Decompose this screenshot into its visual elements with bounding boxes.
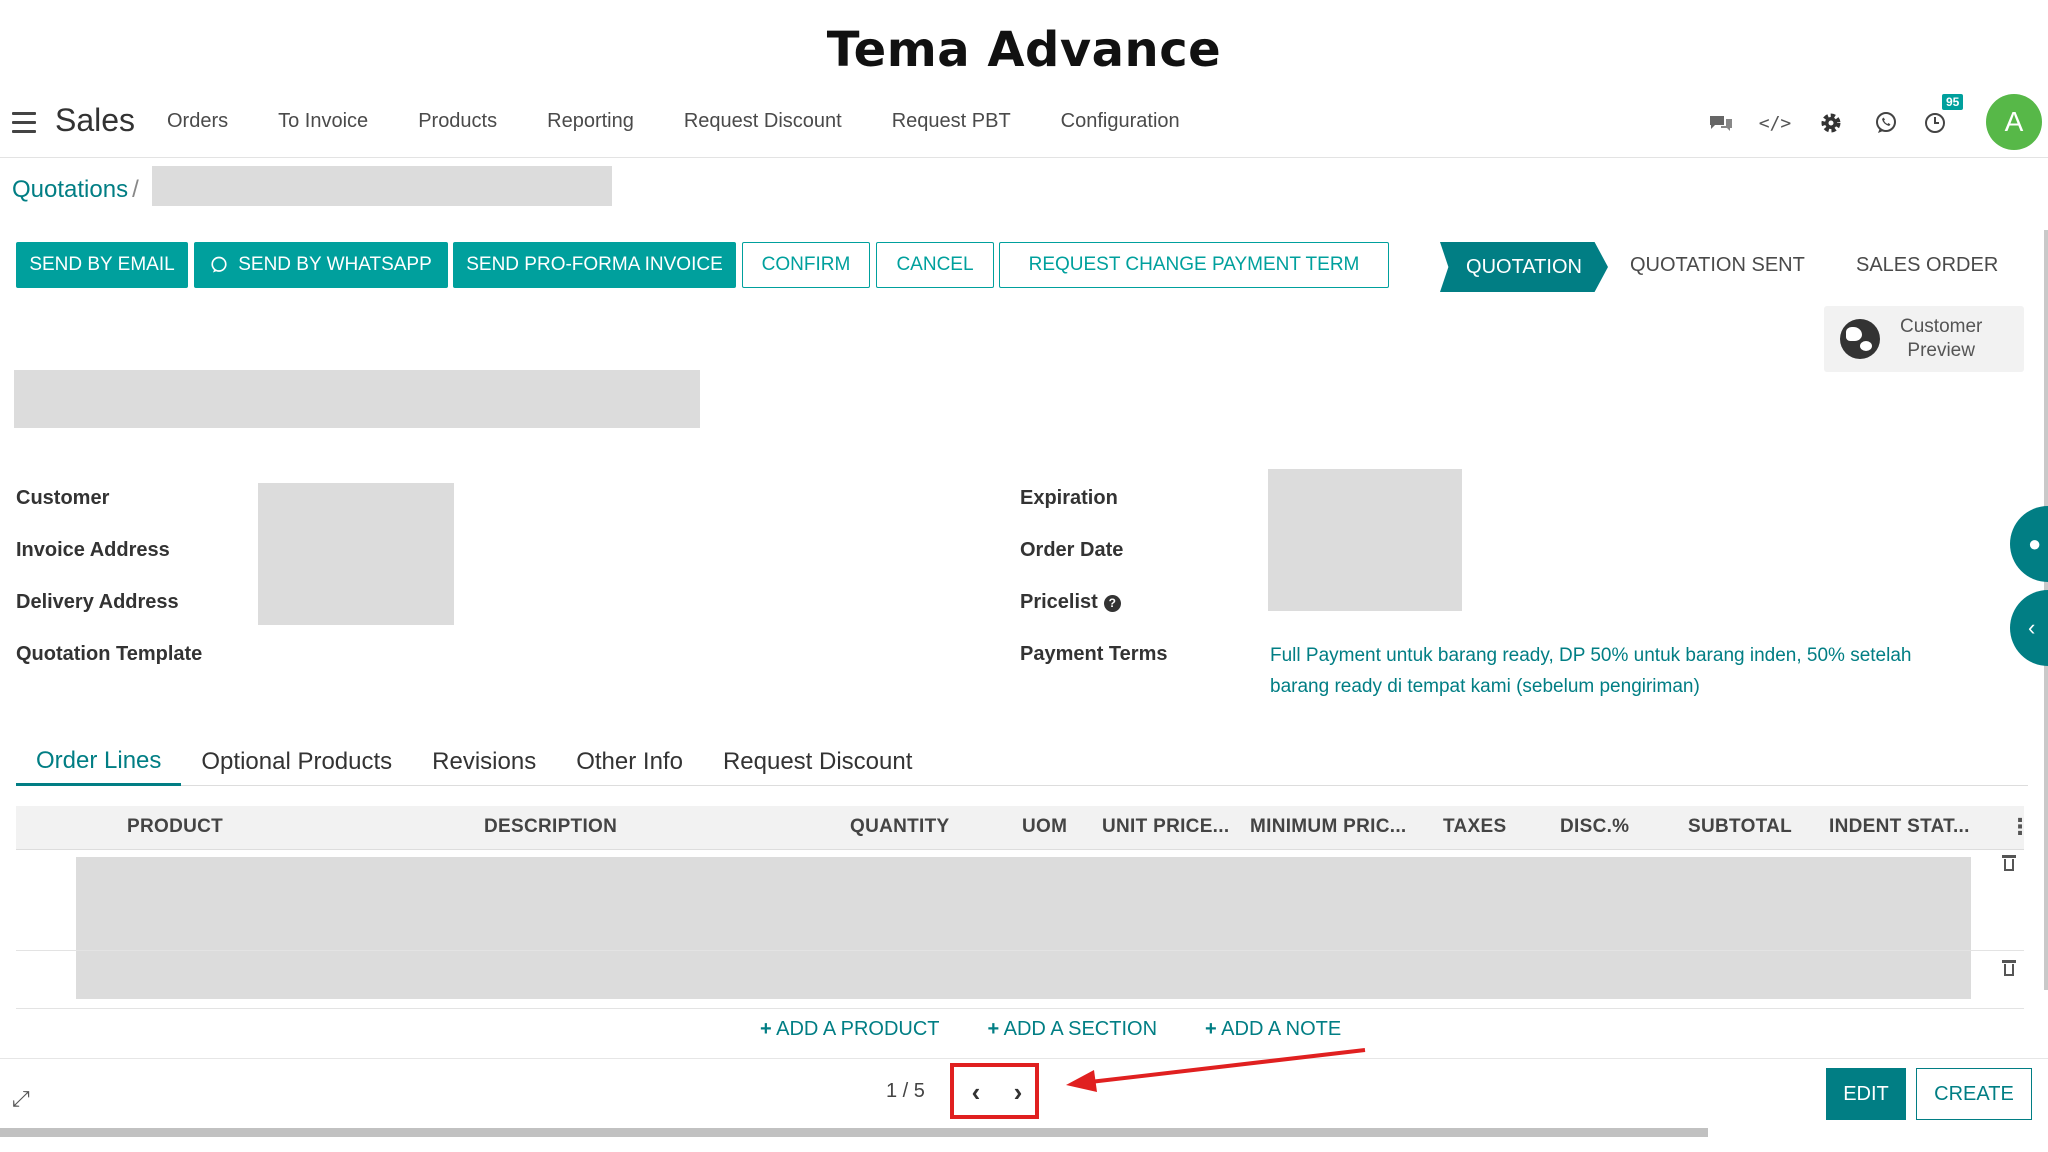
send-pro-forma-invoice-button[interactable]: SEND PRO-FORMA INVOICE (453, 242, 736, 288)
column-description[interactable]: DESCRIPTION (484, 816, 617, 838)
menu-request-pbt[interactable]: Request PBT (892, 110, 1011, 133)
status-quotation-sent[interactable]: QUOTATION SENT (1630, 254, 1805, 277)
order-lines-redacted (76, 857, 1971, 999)
date-values-redacted (1268, 469, 1462, 611)
add-note-link[interactable]: + ADD A NOTE (1205, 1018, 1365, 1041)
quotation-template-label: Quotation Template (16, 643, 203, 665)
menu-toggle-icon[interactable] (12, 112, 36, 134)
row-divider (16, 1008, 2024, 1009)
collapse-panel-icon[interactable]: ‹ (2010, 590, 2048, 666)
add-section-link[interactable]: + ADD A SECTION (988, 1018, 1182, 1041)
request-change-payment-term-button[interactable]: REQUEST CHANGE PAYMENT TERM (999, 242, 1389, 288)
page-heading: Tema Advance (826, 22, 1222, 78)
edit-button[interactable]: EDIT (1826, 1068, 1906, 1120)
breadcrumb-quotations-link[interactable]: Quotations (12, 176, 128, 204)
payment-terms-line2: barang ready di tempat kami (sebelum pen… (1270, 676, 1700, 697)
send-by-whatsapp-button[interactable]: SEND BY WHATSAPP (194, 242, 448, 288)
row-divider (16, 950, 2024, 951)
column-minimum-price[interactable]: MINIMUM PRIC... (1250, 816, 1407, 838)
globe-icon (1840, 319, 1880, 359)
activity-icon[interactable]: 95 (1920, 94, 1964, 138)
column-product[interactable]: PRODUCT (127, 816, 223, 838)
breadcrumb-record-name-redacted (152, 166, 612, 206)
whatsapp-icon (210, 256, 228, 274)
menu-reporting[interactable]: Reporting (547, 110, 634, 133)
column-options-icon[interactable]: ⋮ (2009, 814, 2031, 840)
horizontal-scrollbar[interactable] (0, 1128, 1708, 1137)
quotation-title-redacted (14, 370, 700, 428)
cancel-button[interactable]: CANCEL (876, 242, 994, 288)
pricelist-label-text: Pricelist (1020, 591, 1098, 613)
user-avatar[interactable]: A (1986, 94, 2042, 150)
delivery-address-label: Delivery Address (16, 591, 179, 613)
status-quotation[interactable]: QUOTATION (1440, 242, 1608, 292)
column-disc[interactable]: DISC.% (1560, 816, 1629, 838)
add-line-links: + ADD A PRODUCT + ADD A SECTION + ADD A … (760, 1018, 1389, 1041)
footer-divider (0, 1058, 2048, 1059)
breadcrumb-separator: / (132, 176, 139, 203)
customer-preview-button[interactable]: Customer Preview (1824, 306, 2024, 372)
payment-terms-value[interactable]: Full Payment untuk barang ready, DP 50% … (1270, 640, 1990, 702)
menu-products[interactable]: Products (418, 110, 497, 133)
menu-orders[interactable]: Orders (167, 110, 228, 133)
expand-icon[interactable]: ⤢ (12, 1086, 30, 1112)
menu-to-invoice[interactable]: To Invoice (278, 110, 368, 133)
add-product-link[interactable]: + ADD A PRODUCT (760, 1018, 964, 1041)
app-name[interactable]: Sales (55, 102, 135, 139)
add-product-label: ADD A PRODUCT (776, 1018, 940, 1040)
status-sales-order[interactable]: SALES ORDER (1856, 254, 1998, 277)
add-note-label: ADD A NOTE (1221, 1018, 1342, 1040)
add-section-label: ADD A SECTION (1003, 1018, 1158, 1040)
column-taxes[interactable]: TAXES (1443, 816, 1506, 838)
payment-terms-line1: Full Payment untuk barang ready, DP 50% … (1270, 645, 1912, 666)
pager-previous-button[interactable]: ‹ (960, 1074, 992, 1110)
tab-optional-products[interactable]: Optional Products (181, 738, 412, 786)
trash-icon[interactable] (2002, 855, 2016, 871)
main-menu: Orders To Invoice Products Reporting Req… (167, 110, 1230, 133)
tab-order-lines[interactable]: Order Lines (16, 738, 182, 786)
activity-count-badge: 95 (1942, 94, 1964, 110)
send-by-whatsapp-label: SEND BY WHATSAPP (238, 254, 432, 275)
column-indent-status[interactable]: INDENT STAT... (1829, 816, 1970, 838)
whatsapp-icon[interactable] (1871, 108, 1901, 138)
column-subtotal[interactable]: SUBTOTAL (1688, 816, 1792, 838)
chatter-toggle-icon[interactable]: ● (2010, 506, 2048, 582)
tab-other-info[interactable]: Other Info (556, 738, 703, 786)
column-unit-price[interactable]: UNIT PRICE... (1102, 816, 1229, 838)
send-by-email-button[interactable]: SEND BY EMAIL (16, 242, 188, 288)
pager-counter[interactable]: 1 / 5 (886, 1080, 925, 1103)
tab-revisions[interactable]: Revisions (412, 738, 556, 786)
order-lines-header: PRODUCT DESCRIPTION QUANTITY UOM UNIT PR… (16, 806, 2031, 850)
menu-configuration[interactable]: Configuration (1061, 110, 1180, 133)
invoice-address-label: Invoice Address (16, 539, 170, 561)
confirm-button[interactable]: CONFIRM (742, 242, 870, 288)
column-quantity[interactable]: QUANTITY (850, 816, 950, 838)
expiration-label: Expiration (1020, 487, 1118, 509)
trash-icon[interactable] (2002, 960, 2016, 976)
order-date-label: Order Date (1020, 539, 1124, 561)
top-navbar: Sales Orders To Invoice Products Reporti… (0, 92, 2048, 158)
pricelist-label: Pricelist? (1020, 591, 1121, 614)
customer-values-redacted (258, 483, 454, 625)
code-icon[interactable]: </> (1759, 108, 1792, 138)
notebook-tabs: Order Lines Optional Products Revisions … (16, 738, 2028, 786)
menu-request-discount[interactable]: Request Discount (684, 110, 842, 133)
customer-label: Customer (16, 487, 110, 509)
column-uom[interactable]: UOM (1022, 816, 1067, 838)
customer-preview-label-line1: Customer (1900, 316, 1983, 337)
annotation-arrow (1066, 1048, 1366, 1092)
chat-icon[interactable] (1706, 108, 1736, 138)
help-icon[interactable]: ? (1103, 595, 1121, 612)
customer-preview-label-line2: Preview (1907, 340, 1975, 361)
create-button[interactable]: CREATE (1916, 1068, 2032, 1120)
payment-terms-label: Payment Terms (1020, 643, 1168, 665)
gear-icon[interactable] (1816, 108, 1846, 138)
breadcrumb: Quotations / (12, 176, 139, 204)
tab-request-discount[interactable]: Request Discount (703, 738, 932, 786)
pager-next-button[interactable]: › (1002, 1074, 1034, 1110)
